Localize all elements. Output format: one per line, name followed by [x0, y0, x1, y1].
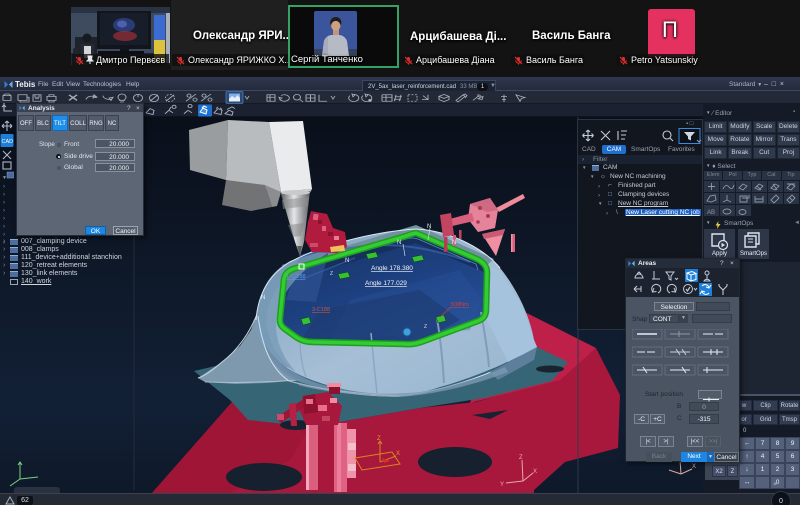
svg-text:Z: Z — [377, 436, 381, 442]
svg-text:›: › — [3, 183, 5, 190]
svg-text:1-C.188: 1-C.188 — [286, 274, 306, 280]
svg-text:›: › — [3, 223, 5, 230]
svg-text:X: X — [533, 469, 537, 475]
svg-text:N: N — [261, 295, 265, 301]
svg-text:›: › — [3, 207, 5, 214]
svg-text:N: N — [427, 224, 431, 230]
svg-text:AB: AB — [707, 210, 715, 216]
svg-text:Angle 178.380: Angle 178.380 — [371, 265, 413, 272]
svg-text:N: N — [345, 258, 349, 264]
svg-text:X: X — [692, 464, 696, 470]
svg-text:N: N — [397, 240, 401, 246]
svg-text:▼: ▼ — [2, 175, 7, 181]
svg-text:508Nm: 508Nm — [451, 302, 469, 308]
svg-text:Z: Z — [424, 324, 427, 330]
svg-text:›: › — [3, 199, 5, 206]
svg-text:Z: Z — [330, 271, 333, 277]
svg-text:Y: Y — [500, 482, 504, 488]
svg-text:›: › — [3, 215, 5, 222]
svg-text:3-C188: 3-C188 — [312, 307, 330, 313]
svg-text:Angle 177.029: Angle 177.029 — [365, 280, 407, 287]
svg-text:CAD: CAD — [2, 139, 14, 145]
svg-text:N: N — [452, 240, 456, 246]
svg-text:Z: Z — [519, 455, 523, 461]
svg-text:X: X — [396, 451, 400, 457]
svg-text:›: › — [3, 191, 5, 198]
